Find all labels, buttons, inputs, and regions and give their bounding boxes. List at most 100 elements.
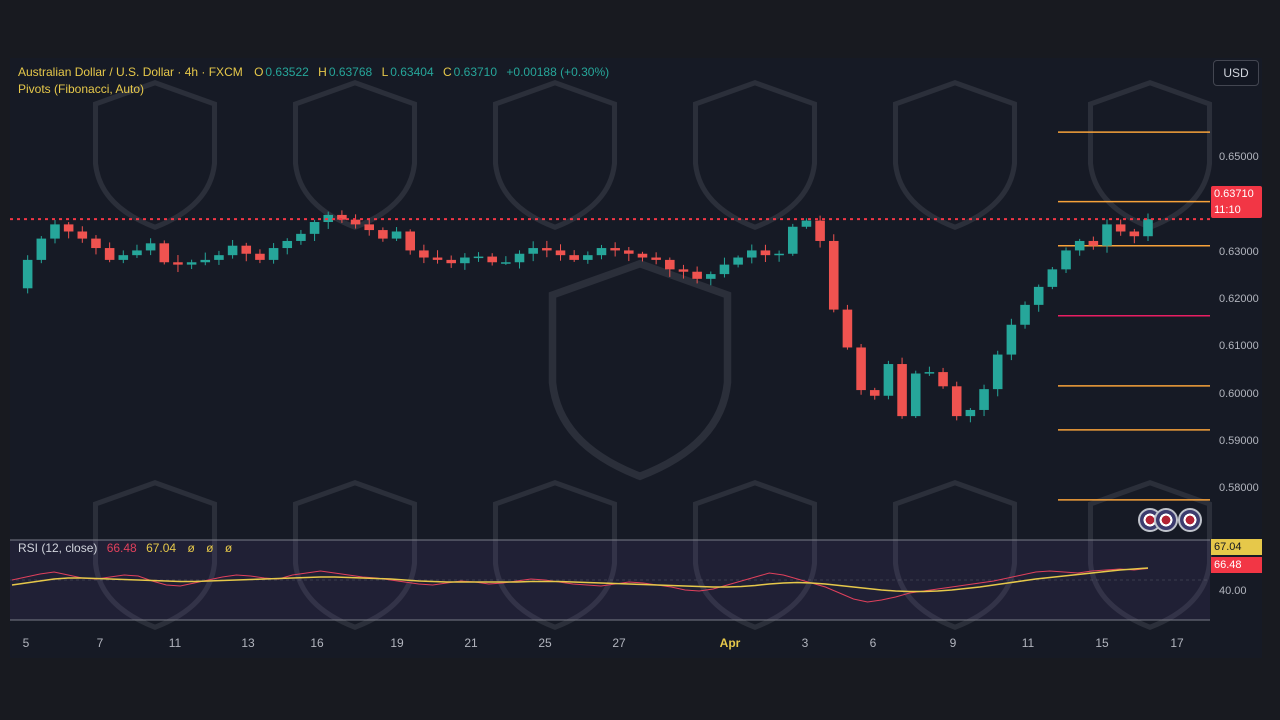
candle-body [200, 259, 211, 263]
watermark-shield [492, 80, 618, 230]
candle-body [296, 233, 306, 241]
price-tick-label: 0.65000 [1219, 151, 1259, 164]
candle-body [460, 257, 470, 264]
candle-body [391, 231, 402, 239]
rsi-level-label: 40.00 [1219, 585, 1247, 597]
candle-body [979, 389, 989, 410]
candle-body [774, 253, 784, 256]
currency-button[interactable]: USD [1213, 60, 1259, 86]
candle-body [364, 224, 375, 231]
watermark-shield [692, 80, 818, 230]
candle-body [36, 238, 47, 260]
candle-body [77, 231, 88, 239]
candle-body [309, 222, 320, 234]
chart-canvas[interactable] [0, 0, 1280, 720]
bar-countdown: 11:10 [1214, 204, 1241, 216]
candle-body [528, 248, 538, 254]
candle-body [173, 262, 183, 265]
us-flag-icon[interactable] [1154, 508, 1178, 532]
rsi-title[interactable]: RSI (12, close) [18, 541, 97, 555]
rsi-legend: RSI (12, close) 66.48 67.04 ø ø ø [18, 541, 234, 555]
candle-body [897, 364, 907, 417]
candle-body [760, 250, 771, 256]
candle-body [856, 347, 866, 391]
candle-body [405, 231, 415, 251]
candle-body [965, 409, 976, 417]
high-value: 0.63768 [328, 65, 373, 79]
candle-body [869, 390, 880, 396]
time-tick-label: 15 [1095, 636, 1109, 650]
price-tick-label: 0.61000 [1219, 340, 1259, 353]
price-tick-label: 0.58000 [1219, 482, 1259, 495]
candle-body [828, 240, 839, 310]
candle-body [214, 255, 224, 260]
candle-body [118, 255, 129, 260]
candle-body [63, 224, 74, 232]
candle-body [569, 255, 579, 260]
candle-body [255, 253, 265, 260]
us-flag-icon[interactable] [1178, 508, 1202, 532]
current-price-tag: 0.63710 11:10 [1211, 186, 1262, 218]
time-tick-label: 7 [96, 636, 104, 650]
low-label: L [381, 65, 389, 79]
candle-body [1061, 250, 1071, 270]
candle-body [583, 255, 593, 260]
candle-body [268, 248, 279, 260]
candle-body [801, 220, 812, 227]
candle-body [91, 238, 101, 249]
candle-body [733, 257, 743, 265]
rsi-extra-1: ø [187, 541, 195, 555]
candle-body [1006, 324, 1017, 355]
current-price-value: 0.63710 [1214, 188, 1254, 200]
candle-body [350, 219, 361, 225]
rsi-extra-3: ø [224, 541, 233, 555]
time-tick-label: 25 [538, 636, 552, 650]
candle-body [692, 271, 702, 279]
rsi-extra-2: ø [206, 541, 214, 555]
candle-body [624, 250, 634, 254]
pivots-indicator-label[interactable]: Pivots (Fibonacci, Auto) [18, 82, 144, 96]
time-tick-label: 13 [241, 636, 255, 650]
time-tick-label: 5 [22, 636, 30, 650]
rsi-value: 66.48 [106, 541, 137, 555]
candle-body [1102, 224, 1112, 246]
candle-body [1033, 286, 1044, 305]
pivot-levels [1058, 131, 1210, 501]
candle-body [678, 269, 689, 272]
close-value: 0.63710 [453, 65, 498, 79]
watermark-shield [548, 259, 732, 481]
time-tick-label: 6 [869, 636, 877, 650]
symbol-title[interactable]: Australian Dollar / U.S. Dollar · 4h · F… [18, 65, 243, 79]
time-tick-label: 27 [612, 636, 626, 650]
candle-body [555, 250, 566, 256]
time-tick-label: 21 [464, 636, 478, 650]
candle-body [145, 243, 156, 251]
candle-body [501, 262, 511, 264]
candle-body [637, 253, 648, 258]
candle-body [1074, 240, 1085, 251]
candle-body [706, 274, 716, 279]
high-label: H [318, 65, 327, 79]
candle-body [1088, 240, 1099, 246]
time-tick-label: 11 [1021, 636, 1035, 650]
candle-body [787, 226, 798, 254]
candle-body [719, 264, 730, 275]
candle-body [924, 372, 935, 374]
time-tick-label: 17 [1170, 636, 1184, 650]
candle-body [446, 259, 456, 264]
candle-body [665, 259, 675, 270]
candle-body [50, 224, 60, 239]
candle-body [992, 354, 1003, 390]
time-tick-label: 11 [168, 636, 182, 650]
rsi-ma-value: 67.04 [146, 541, 177, 555]
candle-body [432, 257, 443, 260]
candle-body [610, 248, 620, 251]
watermark-shield [292, 80, 418, 230]
price-tick-label: 0.62000 [1219, 293, 1259, 306]
time-tick-label: 16 [310, 636, 324, 650]
candle-body [473, 256, 484, 259]
candle-body [910, 373, 921, 417]
header-legend: Australian Dollar / U.S. Dollar · 4h · F… [18, 65, 611, 79]
candle-body [282, 240, 293, 249]
candle-body [1129, 231, 1140, 237]
